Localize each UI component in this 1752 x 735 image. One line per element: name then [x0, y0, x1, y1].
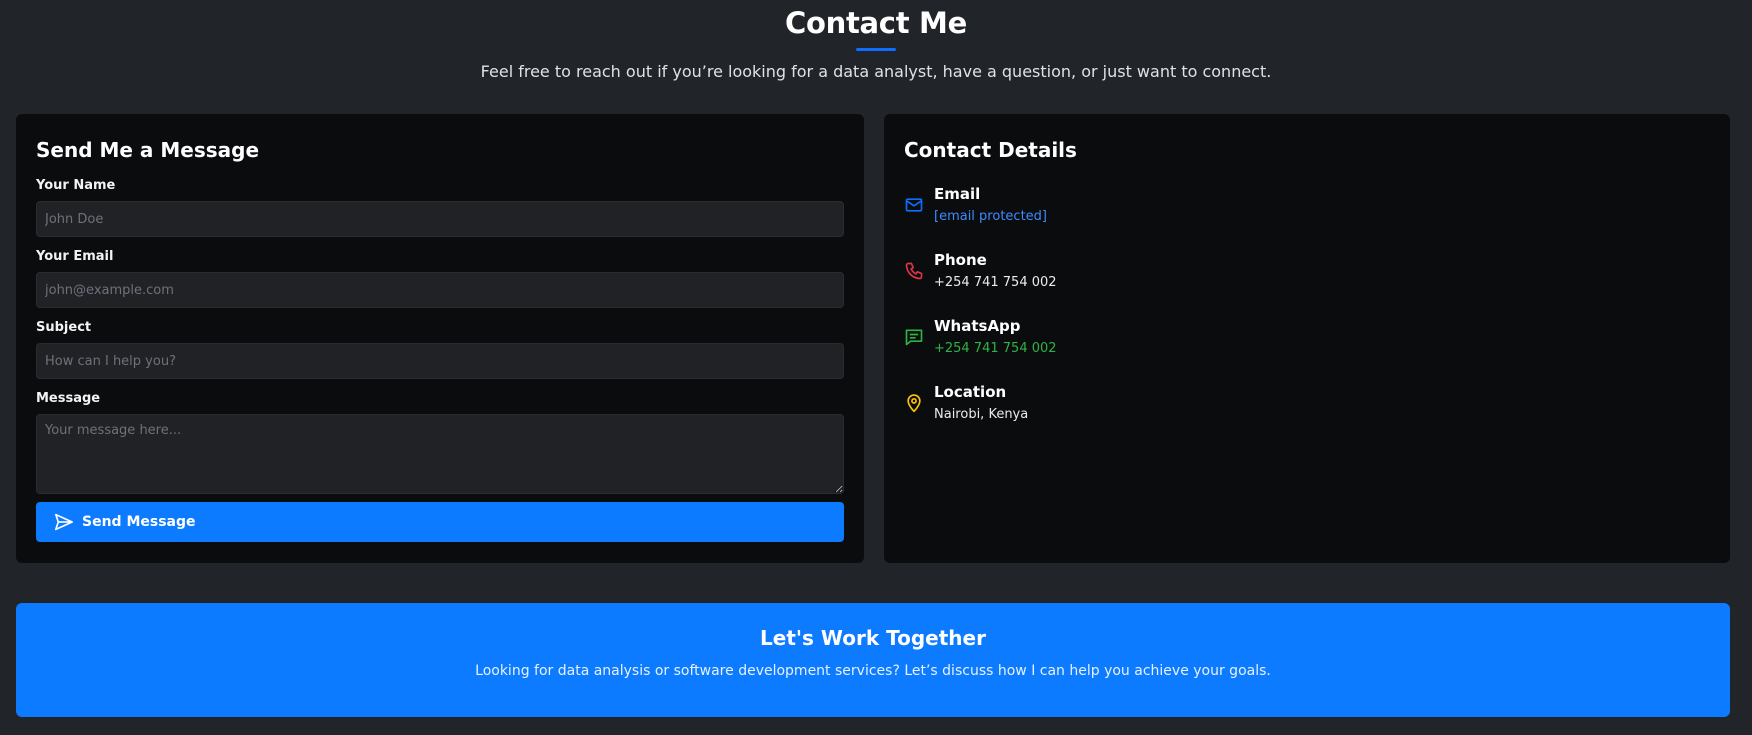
page-subtitle: Feel free to reach out if you’re looking… — [480, 62, 1272, 81]
form-title: Send Me a Message — [36, 138, 260, 162]
email-label: Your Email — [36, 249, 114, 264]
whatsapp-detail-label: WhatsApp — [934, 317, 1021, 335]
detail-location: Location Nairobi, Kenya — [904, 382, 1710, 424]
email-input[interactable] — [36, 272, 844, 308]
cta-title: Let's Work Together — [760, 626, 986, 650]
send-icon — [54, 513, 73, 531]
phone-detail-label: Phone — [934, 251, 987, 269]
title-underline — [856, 48, 896, 51]
subject-input[interactable] — [36, 343, 844, 379]
detail-phone: Phone +254 741 754 002 — [904, 250, 1710, 292]
email-detail-label: Email — [934, 185, 981, 203]
chat-icon — [905, 329, 923, 346]
cta-banner: Let's Work Together Looking for data ana… — [16, 603, 1730, 717]
page-title: Contact Me — [785, 6, 967, 40]
location-detail-label: Location — [934, 383, 1007, 401]
name-input[interactable] — [36, 201, 844, 237]
phone-icon — [905, 262, 923, 280]
cta-text: Looking for data analysis or software de… — [475, 663, 1271, 679]
send-button-label: Send Message — [82, 514, 196, 530]
message-textarea[interactable] — [36, 414, 844, 494]
name-label: Your Name — [36, 178, 116, 193]
contact-details-card: Contact Details Email [email protected] … — [884, 114, 1730, 563]
message-label: Message — [36, 391, 101, 406]
message-form-card: Send Me a Message Your Name Your Email S… — [16, 114, 864, 563]
send-message-button[interactable]: Send Message — [36, 502, 844, 542]
map-pin-icon — [907, 394, 921, 413]
subject-label: Subject — [36, 320, 92, 335]
whatsapp-link[interactable]: +254 741 754 002 — [934, 340, 1057, 358]
phone-value: +254 741 754 002 — [934, 275, 1057, 290]
mail-icon — [905, 198, 923, 212]
detail-whatsapp: WhatsApp +254 741 754 002 — [904, 316, 1710, 358]
details-title: Contact Details — [904, 138, 1077, 162]
detail-email: Email [email protected] — [904, 184, 1710, 226]
contact-header: Contact Me Feel free to reach out if you… — [0, 0, 1752, 83]
location-value: Nairobi, Kenya — [934, 407, 1029, 422]
email-link[interactable]: [email protected] — [934, 208, 1047, 226]
